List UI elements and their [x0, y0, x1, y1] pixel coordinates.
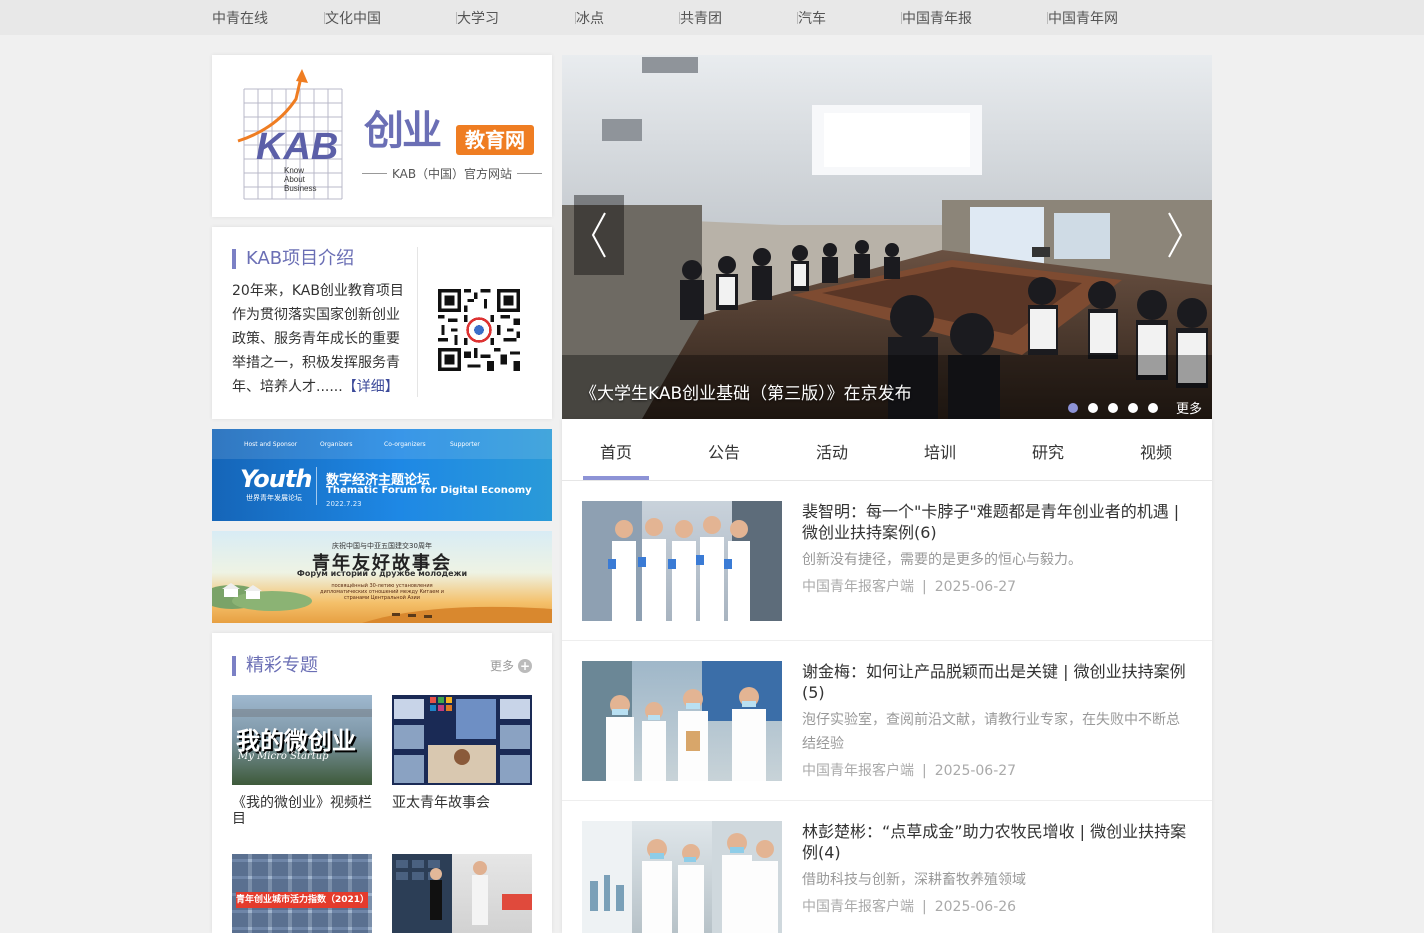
top-nav: 中青在线 文化中国 大学习 冰点 共青团 汽车 中国青年报 中国青年网: [0, 0, 1424, 35]
slider-prev-button[interactable]: [574, 195, 624, 275]
slider-dot[interactable]: [1108, 403, 1118, 413]
news-title[interactable]: 裴智明：每一个"卡脖子"难题都是青年创业者的机遇 | 微创业扶持案例(6): [802, 501, 1192, 543]
intro-text: 20年来，KAB创业教育项目作为贯彻落实国家创新创业政策、服务青年成长的重要举措…: [232, 283, 404, 395]
topic-thumb: [392, 854, 532, 933]
news-thumb[interactable]: [582, 501, 782, 621]
news-tabs: 首页 公告 活动 培训 研究 视频: [562, 419, 1212, 481]
tab-5[interactable]: 视频: [1123, 439, 1189, 480]
topic-caption: 亚太青年故事会: [392, 795, 490, 811]
news-panel: 首页 公告 活动 培训 研究 视频 裴智明：每一个"卡脖子"难题都是青年创业者的机遇 | …: [562, 419, 1212, 933]
logo-subtitle: KAB（中国）官方网站: [362, 165, 543, 182]
news-item: 裴智明：每一个"卡脖子"难题都是青年创业者的机遇 | 微创业扶持案例(6) 创新…: [562, 481, 1212, 641]
news-thumb[interactable]: [582, 661, 782, 781]
topic-thumb: 青年创业城市活力指数（2021）: [232, 854, 372, 933]
slider-dots: [1068, 403, 1158, 413]
chevron-left-icon: [591, 212, 606, 258]
news-meta: 中国青年报客户端 | 2025-06-27: [802, 579, 1017, 595]
news-meta: 中国青年报客户端 | 2025-06-26: [802, 899, 1017, 915]
news-thumb[interactable]: [582, 821, 782, 933]
news-meta: 中国青年报客户端 | 2025-06-27: [802, 763, 1017, 779]
tab-0[interactable]: 首页: [583, 439, 649, 480]
topic-my-micro-startup[interactable]: 我的微创业 My Micro Startup 《我的微创业》视频栏目: [232, 695, 372, 827]
slider-next-button[interactable]: [1150, 195, 1200, 275]
news-desc: 泡仔实验室，查阅前沿文献，请教行业专家，在失败中不断总结经验: [802, 712, 1180, 752]
top-nav-item[interactable]: 中青在线: [212, 8, 268, 28]
news-item: 谢金梅：如何让产品脱颖而出是关键 | 微创业扶持案例(5) 泡仔实验室，查阅前沿…: [562, 641, 1212, 801]
top-nav-item[interactable]: 汽车: [798, 8, 826, 28]
qr-code-icon: [438, 289, 520, 371]
svg-text:KAB: KAB: [256, 126, 338, 168]
tab-4[interactable]: 研究: [1015, 439, 1081, 480]
slider-dot[interactable]: [1148, 403, 1158, 413]
digital-economy-forum-banner[interactable]: Host and Sponsor Organizers Co-organizer…: [212, 429, 552, 521]
news-desc: 创新没有捷径，需要的是更多的恒心与毅力。: [802, 552, 1082, 568]
youth-friendship-story-banner[interactable]: 庆祝中国与中亚五国建交30周年 青年友好故事会 Форум историй о …: [212, 531, 552, 623]
logo-panel[interactable]: KAB Know About Business 创业 教育网 KAB（中国）官方…: [212, 55, 552, 217]
news-title[interactable]: 谢金梅：如何让产品脱颖而出是关键 | 微创业扶持案例(5): [802, 661, 1192, 703]
logo-word: Business: [284, 184, 316, 193]
meeting-room-photo: [562, 55, 1212, 419]
topics-title: 精彩专题: [232, 656, 318, 676]
slider-dot[interactable]: [1068, 403, 1078, 413]
logo-word: Know: [284, 166, 304, 175]
youth-logo: Youth: [240, 465, 312, 493]
topic-caption: 《我的微创业》视频栏目: [232, 795, 372, 827]
logo-word: About: [284, 175, 306, 184]
topic-thumb: 我的微创业 My Micro Startup: [232, 695, 372, 785]
hero-slider[interactable]: 《大学生KAB创业基础（第三版）》在京发布 更多: [562, 55, 1212, 419]
intro-title: KAB项目介绍: [232, 249, 354, 269]
topic-thumb: [392, 695, 532, 785]
top-nav-item[interactable]: 大学习: [457, 8, 499, 28]
slider-more-link[interactable]: 更多: [1176, 398, 1202, 417]
top-nav-item[interactable]: 共青团: [680, 8, 722, 28]
news-desc: 借助科技与创新，深耕畜牧养殖领域: [802, 872, 1026, 888]
logo-title: 创业: [364, 108, 442, 154]
top-nav-item[interactable]: 中国青年报: [902, 8, 972, 28]
intro-more-link[interactable]: 【详细】: [343, 379, 399, 395]
logo-badge: 教育网: [456, 125, 534, 155]
intro-divider: [417, 247, 418, 397]
slide-caption[interactable]: 《大学生KAB创业基础（第三版）》在京发布: [580, 379, 912, 404]
top-nav-list: 中青在线 文化中国 大学习 冰点 共青团 汽车 中国青年报 中国青年网: [212, 0, 1160, 35]
banner1-title-en: Thematic Forum for Digital Economy: [326, 485, 532, 496]
tab-3[interactable]: 培训: [907, 439, 973, 480]
news-title[interactable]: 林彭楚彬：“点草成金”助力农牧民增收 | 微创业扶持案例(4): [802, 821, 1192, 863]
top-nav-item[interactable]: 冰点: [576, 8, 604, 28]
topic-city-vitality-index[interactable]: 青年创业城市活力指数（2021）: [232, 854, 372, 933]
kab-intro-panel: KAB项目介绍 20年来，KAB创业教育项目作为贯彻落实国家创新创业政策、服务青…: [212, 227, 552, 419]
top-nav-item[interactable]: 中国青年网: [1048, 8, 1118, 28]
news-item: 林彭楚彬：“点草成金”助力农牧民增收 | 微创业扶持案例(4) 借助科技与创新，…: [562, 801, 1212, 933]
topic-event-photo[interactable]: [392, 854, 532, 933]
slider-dot[interactable]: [1088, 403, 1098, 413]
topics-more-link[interactable]: 更多 +: [490, 657, 532, 674]
tab-2[interactable]: 活动: [799, 439, 865, 480]
topic-asia-pacific-youth-stories[interactable]: 亚太青年故事会: [392, 695, 532, 811]
chevron-right-icon: [1168, 212, 1183, 258]
slider-dot[interactable]: [1128, 403, 1138, 413]
top-nav-item[interactable]: 文化中国: [325, 8, 381, 28]
kab-logo-icon: KAB Know About Business: [237, 69, 343, 200]
plus-icon: +: [518, 658, 532, 673]
tab-1[interactable]: 公告: [691, 439, 757, 480]
featured-topics-panel: 精彩专题 更多 + 我的微创业 My Micro Startup 《我的微创业》视…: [212, 633, 552, 933]
